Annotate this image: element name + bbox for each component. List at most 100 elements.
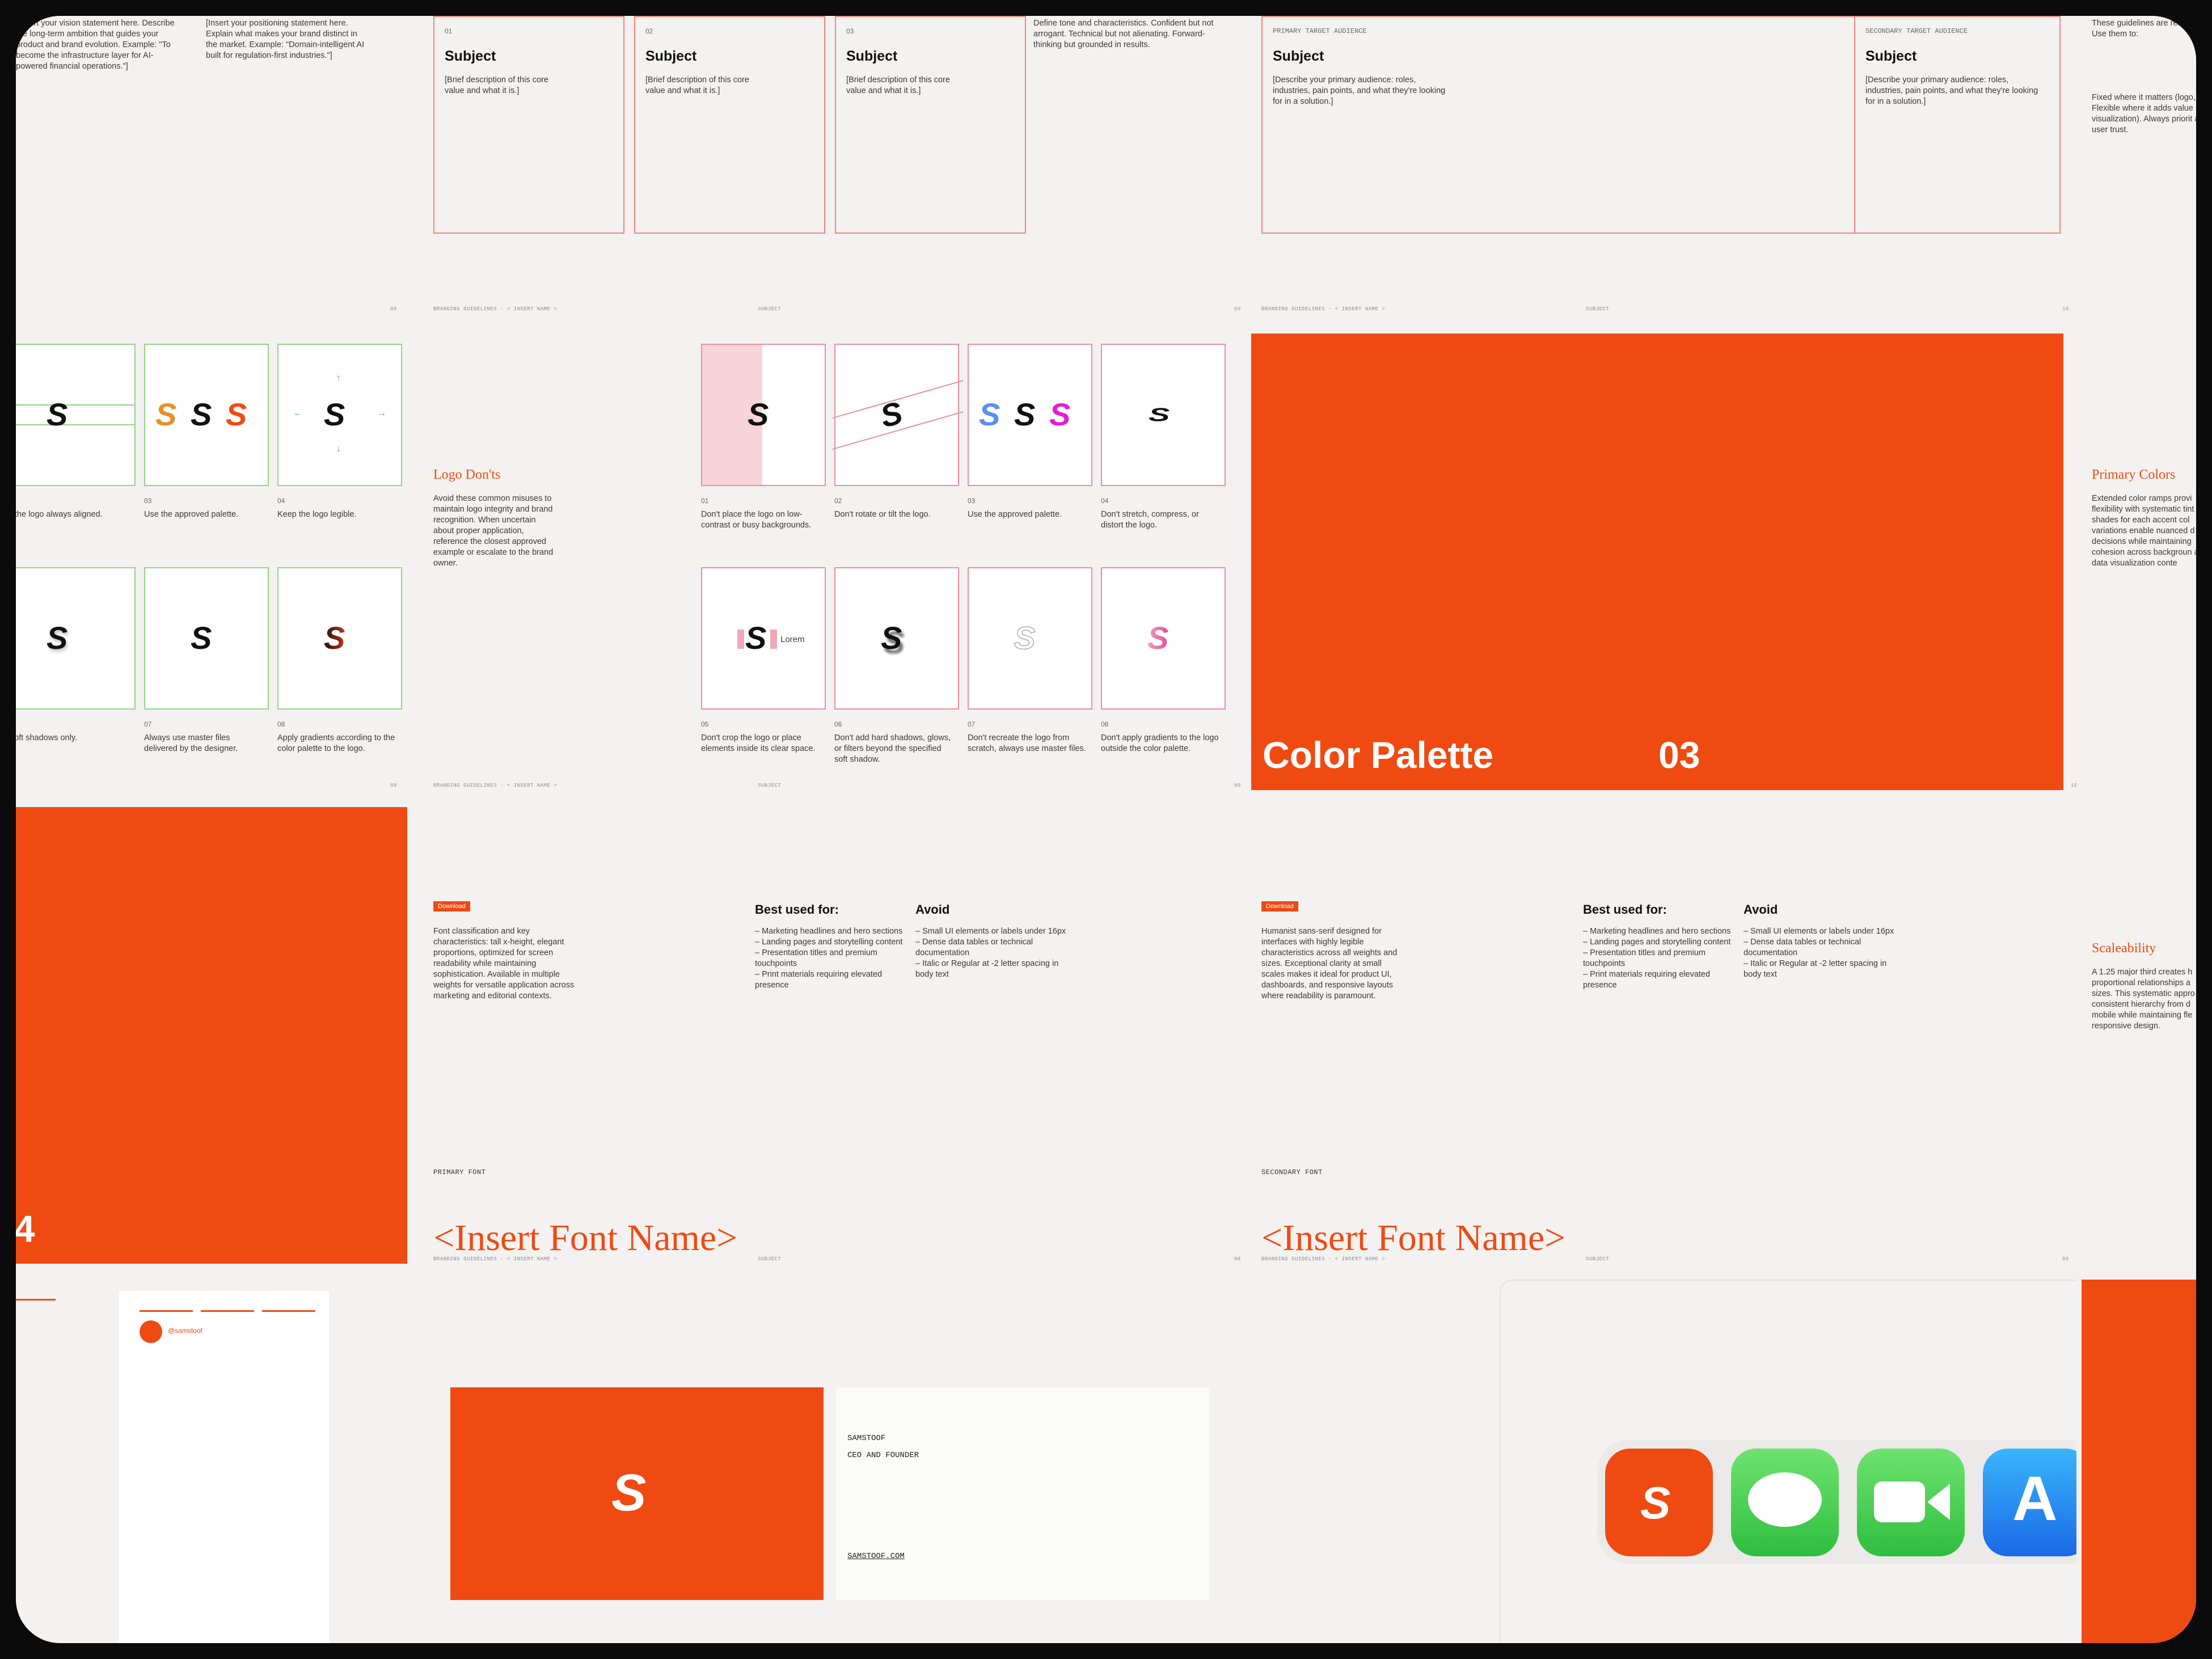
page-number: 09 [2062, 1256, 2069, 1262]
avatar [140, 1320, 162, 1343]
section-cover: Color Palette 03 [1251, 334, 2063, 790]
footer-mid: SUBJECT [758, 306, 782, 312]
do-card-5: S [16, 567, 136, 710]
section-title: Color Palette [1263, 734, 1494, 776]
messages-icon[interactable] [1731, 1449, 1839, 1556]
brand-app-icon[interactable]: S [1605, 1449, 1713, 1556]
page-number: 08 [1234, 1256, 1241, 1262]
footer-left: BRANDING GUIDELINES · < INSERT NAME > [433, 306, 558, 312]
footer-mid: SUBJECT [758, 783, 782, 788]
value-card-2: 02 Subject [Brief description of this co… [634, 16, 825, 234]
camera-body-shape [1874, 1481, 1925, 1522]
positioning-text: [Insert your positioning statement here.… [206, 19, 365, 60]
slide-primary-font: Download Font classification and key cha… [423, 807, 1248, 1267]
vision-text: [Insert your vision statement here. Desc… [16, 19, 175, 71]
section-title: Logo Don'ts [433, 467, 501, 482]
logo-mark-outline: S [1014, 620, 1036, 656]
tone-text: Define tone and characteristics. Confide… [1033, 19, 1214, 49]
dock: S A [1597, 1440, 2076, 1564]
footer-left: BRANDING GUIDELINES · < INSERT NAME > [433, 1256, 558, 1262]
slide-primary-colors: Primary Colors Extended color ramps prov… [2082, 334, 2196, 793]
logo-mark: S [191, 620, 212, 656]
logo-mark-orange: S [155, 396, 177, 432]
footer-mid: SUBJECT [1586, 1256, 1610, 1262]
logo-mark-rotated: S [876, 394, 906, 434]
slide-logo-donts: Logo Don'ts Avoid these common misuses t… [423, 334, 1248, 793]
slide-audience: PRIMARY TARGET AUDIENCE Subject [Describ… [1251, 16, 2076, 316]
facetime-icon[interactable] [1857, 1449, 1965, 1556]
logo-mark-black: S [191, 396, 212, 432]
card-name: SAMSTOOF [847, 1434, 886, 1443]
card-url[interactable]: SAMSTOOF.COM [847, 1552, 905, 1561]
download-button[interactable]: Download [1261, 901, 1298, 911]
logo-mark: S [1640, 1478, 1671, 1528]
dont-card-3: S S S [968, 344, 1092, 486]
arrow-up-icon: ↑ [336, 373, 341, 383]
footer-left: BRANDING GUIDELINES · < INSERT NAME > [433, 783, 558, 788]
font-desc: Humanist sans-serif designed for interfa… [1261, 927, 1398, 1001]
font-label: SECONDARY FONT [1261, 1168, 1323, 1176]
logo-mark-shadow: S [47, 620, 68, 656]
card-front: S [450, 1387, 824, 1600]
audience-divider [1854, 17, 1855, 233]
download-button[interactable]: Download [433, 901, 470, 911]
guide-line [16, 424, 134, 425]
logo-mark: S [611, 1464, 647, 1522]
dont-card-2: S [832, 344, 964, 486]
slide-app-icons: S A [1251, 1280, 2076, 1643]
font-desc: Font classification and key characterist… [433, 927, 575, 1001]
font-name: <Insert Font Name> [433, 1217, 738, 1259]
rule-line [262, 1310, 315, 1312]
logo-mark: S [745, 620, 767, 656]
logo-mark: S [47, 396, 68, 432]
dont-card-1: S [701, 344, 826, 486]
section-number: 03 [1658, 734, 1700, 776]
slide-secondary-font: Download Humanist sans-serif designed fo… [1251, 807, 2076, 1267]
font-name: <Insert Font Name> [1261, 1217, 1566, 1259]
slide-vision: [Insert your vision statement here. Desc… [16, 16, 416, 316]
logo-mark-gradient: S [324, 620, 345, 656]
section-number: 04 [16, 1208, 35, 1249]
dont-card-4: S [1101, 344, 1226, 486]
rule-line [140, 1310, 193, 1312]
footer-left: BRANDING GUIDELINES · < INSERT NAME > [1261, 306, 1386, 312]
logo-mark-black: S [1014, 396, 1036, 432]
slide-color-palette: Color Palette 03 10 [1251, 334, 2076, 793]
do-card-4: ↑ ↓ ← → S [277, 344, 402, 486]
crowding-text: Lorem [780, 635, 805, 644]
rule-line [16, 1299, 56, 1301]
page-number: 08 [390, 306, 397, 312]
social-handle: @samstoof [168, 1327, 202, 1335]
slide-typography-cover: 04 [16, 807, 407, 1264]
clear-space-bar [770, 630, 777, 649]
slide-business-card: S SAMSTOOF CEO AND FOUNDER SAMSTOOF.COM [423, 1280, 1248, 1643]
audience-card: PRIMARY TARGET AUDIENCE Subject [Describ… [1261, 16, 2061, 234]
speech-bubble-shape [1748, 1472, 1822, 1527]
card-back: SAMSTOOF CEO AND FOUNDER SAMSTOOF.COM [836, 1387, 1209, 1600]
rule-line [201, 1310, 254, 1312]
do-card-8: S [277, 567, 402, 710]
footer-mid: SUBJECT [758, 1256, 782, 1262]
camera-lens-shape [1927, 1484, 1950, 1520]
page-number: 10 [2062, 306, 2069, 312]
section-desc: Avoid these common misuses to maintain l… [433, 494, 554, 568]
do-card-3: S S S [144, 344, 269, 486]
arrow-right-icon: → [377, 408, 386, 418]
logo-mark-stretched: S [1149, 403, 1170, 425]
card-role: CEO AND FOUNDER [847, 1451, 919, 1460]
footer-left: BRANDING GUIDELINES · < INSERT NAME > [1261, 1256, 1386, 1262]
slide-social: @samstoof [16, 1280, 407, 1643]
logo-mark: S [748, 396, 769, 432]
app-store-glyph: A [2012, 1464, 2058, 1534]
dont-card-6: S [834, 567, 959, 710]
value-card-3: 03 Subject [Brief description of this co… [835, 16, 1026, 234]
clear-space-bar [737, 630, 744, 649]
dont-card-8: S [1101, 567, 1226, 710]
page-number: 09 [1234, 783, 1241, 788]
footer-mid: SUBJECT [1586, 306, 1610, 312]
slide-scaleability: Scaleability A 1.25 major third creates … [2082, 807, 2196, 1267]
app-store-icon[interactable]: A [1983, 1449, 2076, 1556]
slide-right-edge-orange [2082, 1280, 2196, 1643]
dont-card-7: S [968, 567, 1092, 710]
slide-core-values: 01 Subject [Brief description of this co… [423, 16, 1248, 316]
